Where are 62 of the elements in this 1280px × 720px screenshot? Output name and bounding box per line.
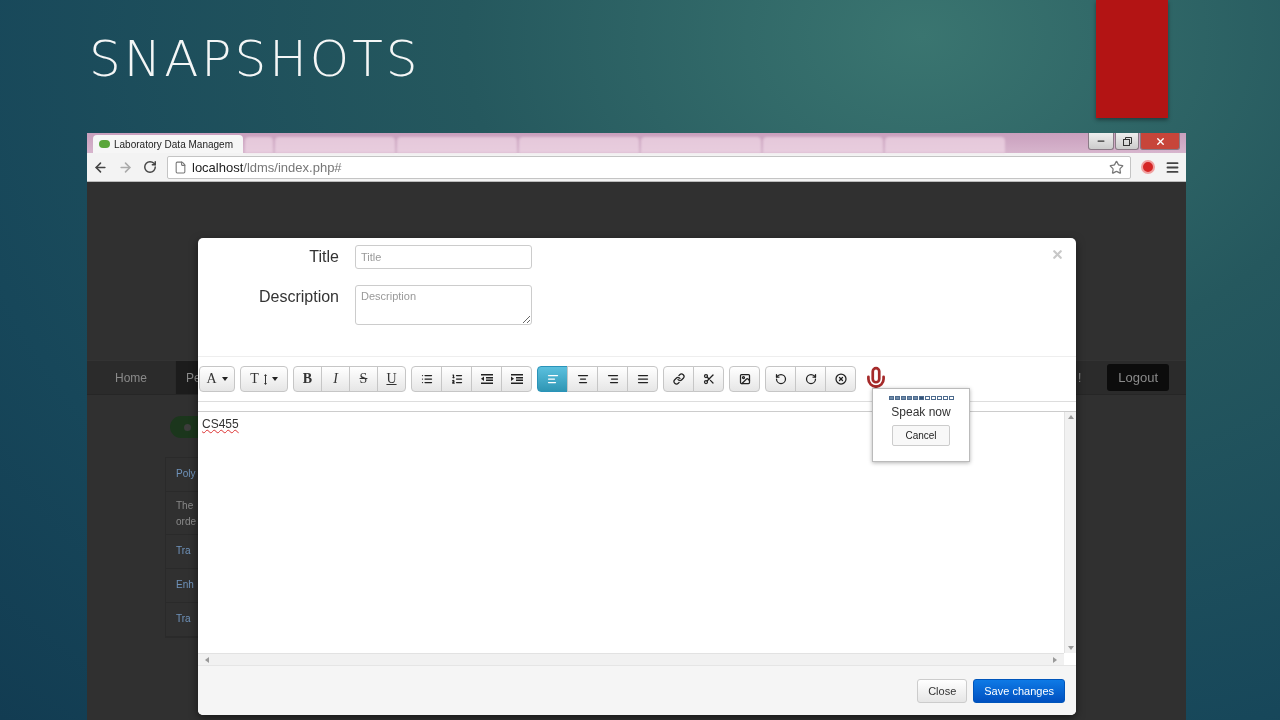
unlink-button[interactable] (693, 366, 724, 392)
address-field[interactable]: localhost/ldms/index.php# (167, 155, 1131, 179)
justify-icon (636, 373, 649, 385)
redo-icon (804, 373, 817, 385)
align-right-icon (606, 373, 619, 385)
url-text: localhost/ldms/index.php# (192, 159, 342, 175)
close-button[interactable]: Close (917, 678, 968, 703)
strikethrough-button[interactable]: S (349, 366, 378, 392)
undo-button[interactable] (765, 366, 796, 392)
vertical-scrollbar[interactable] (1064, 412, 1076, 653)
image-button[interactable] (729, 366, 760, 392)
caret-icon (221, 377, 228, 381)
menu-icon[interactable] (1165, 159, 1180, 175)
bold-button[interactable]: B (293, 366, 322, 392)
numbered-list-icon (450, 373, 463, 385)
bullets-button[interactable] (411, 366, 442, 392)
underline-button[interactable]: U (377, 366, 406, 392)
link-icon (672, 373, 685, 385)
tab-title: Laboratory Data Managem (114, 138, 233, 150)
extension-icon[interactable] (1141, 160, 1155, 174)
undo-icon (774, 373, 787, 385)
justify-button[interactable] (627, 366, 658, 392)
italic-button[interactable]: I (321, 366, 350, 392)
description-field[interactable]: Description (355, 285, 532, 325)
close-icon (1154, 135, 1166, 147)
numbers-button[interactable] (441, 366, 472, 392)
restore-icon (1122, 136, 1132, 146)
logout-button[interactable]: Logout (1107, 364, 1169, 391)
cancel-button[interactable]: Cancel (892, 425, 950, 446)
font-size-button[interactable]: T (240, 366, 288, 392)
slide-title: SNAPSHOTS (89, 29, 421, 90)
outdent-icon (480, 374, 493, 384)
field-label: Description (257, 287, 339, 307)
bookmark-star-icon[interactable] (1109, 159, 1124, 175)
nav-text: ! (1077, 369, 1082, 387)
indent-button[interactable] (501, 366, 532, 392)
align-right-button[interactable] (597, 366, 628, 392)
link-button[interactable] (663, 366, 694, 392)
favicon-icon (99, 140, 110, 148)
back-icon[interactable] (93, 159, 108, 175)
horizontal-scrollbar[interactable] (198, 653, 1064, 665)
font-button[interactable]: A (199, 366, 235, 392)
redo-button[interactable] (795, 366, 826, 392)
restore-button[interactable] (1115, 133, 1139, 150)
up-down-arrow-icon (263, 373, 267, 385)
align-center-button[interactable] (567, 366, 598, 392)
align-center-icon (576, 373, 589, 385)
clear-button[interactable] (825, 366, 856, 392)
indent-icon (510, 374, 523, 384)
page-icon (174, 160, 187, 174)
title-field[interactable]: Title (355, 245, 532, 269)
image-icon (738, 373, 751, 385)
clear-icon (834, 373, 847, 385)
scissors-icon (702, 373, 715, 385)
bullet-list-icon (420, 373, 433, 385)
field-label: Title (308, 247, 339, 267)
caret-icon (271, 377, 278, 381)
save-button[interactable]: Save changes (973, 678, 1065, 703)
align-left-icon (546, 373, 559, 385)
reload-icon[interactable] (143, 160, 157, 174)
editor-text: CS455 (202, 417, 239, 431)
outdent-button[interactable] (471, 366, 502, 392)
